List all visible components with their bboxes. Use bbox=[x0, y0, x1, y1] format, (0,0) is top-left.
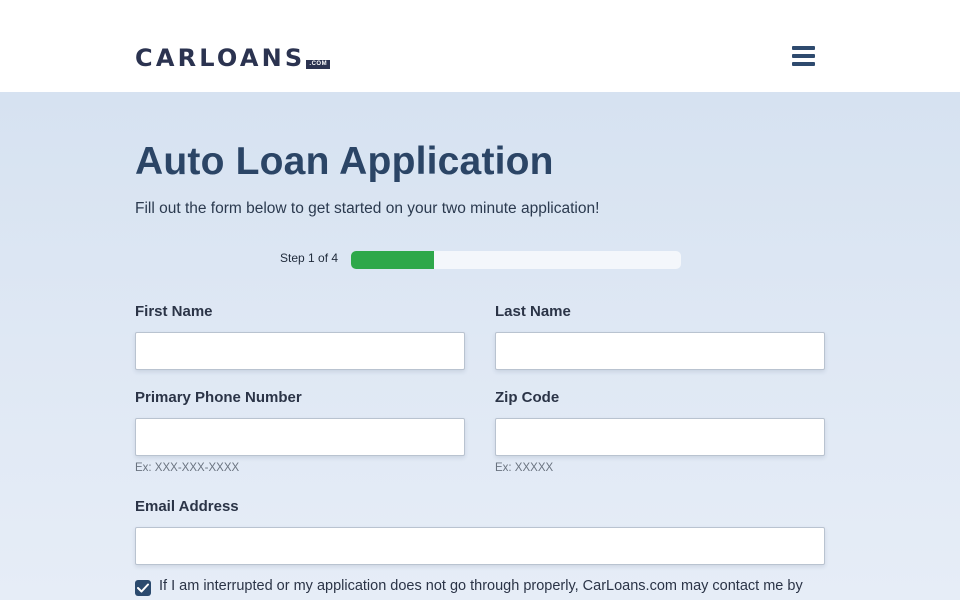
application-form-section: Auto Loan Application Fill out the form … bbox=[0, 92, 960, 600]
consent-checkbox[interactable] bbox=[135, 580, 151, 596]
consent-text: If I am interrupted or my application do… bbox=[159, 578, 803, 594]
first-name-input[interactable] bbox=[135, 332, 465, 370]
phone-label: Primary Phone Number bbox=[135, 389, 302, 406]
hamburger-menu-icon[interactable] bbox=[792, 45, 815, 66]
phone-input[interactable] bbox=[135, 418, 465, 456]
page-title: Auto Loan Application bbox=[135, 140, 554, 183]
progress-bar bbox=[351, 251, 681, 269]
last-name-label: Last Name bbox=[495, 303, 571, 320]
progress-bar-fill bbox=[351, 251, 434, 269]
page-subtitle: Fill out the form below to get started o… bbox=[135, 200, 600, 217]
last-name-input[interactable] bbox=[495, 332, 825, 370]
menu-bar bbox=[792, 46, 815, 50]
step-indicator-label: Step 1 of 4 bbox=[280, 251, 339, 265]
menu-bar bbox=[792, 62, 815, 66]
checkmark-icon bbox=[137, 583, 149, 593]
phone-hint: Ex: XXX-XXX-XXXX bbox=[135, 462, 240, 474]
logo-suffix: .COM bbox=[306, 60, 331, 69]
zip-code-input[interactable] bbox=[495, 418, 825, 456]
carloans-logo[interactable]: CARLOANS .COM bbox=[135, 44, 331, 72]
zip-code-hint: Ex: XXXXX bbox=[495, 462, 554, 474]
menu-bar bbox=[792, 54, 815, 58]
site-header: CARLOANS .COM bbox=[0, 0, 960, 92]
zip-code-label: Zip Code bbox=[495, 389, 560, 406]
logo-text: CARLOANS bbox=[135, 44, 306, 72]
email-label: Email Address bbox=[135, 498, 239, 515]
first-name-label: First Name bbox=[135, 303, 213, 320]
email-input[interactable] bbox=[135, 527, 825, 565]
